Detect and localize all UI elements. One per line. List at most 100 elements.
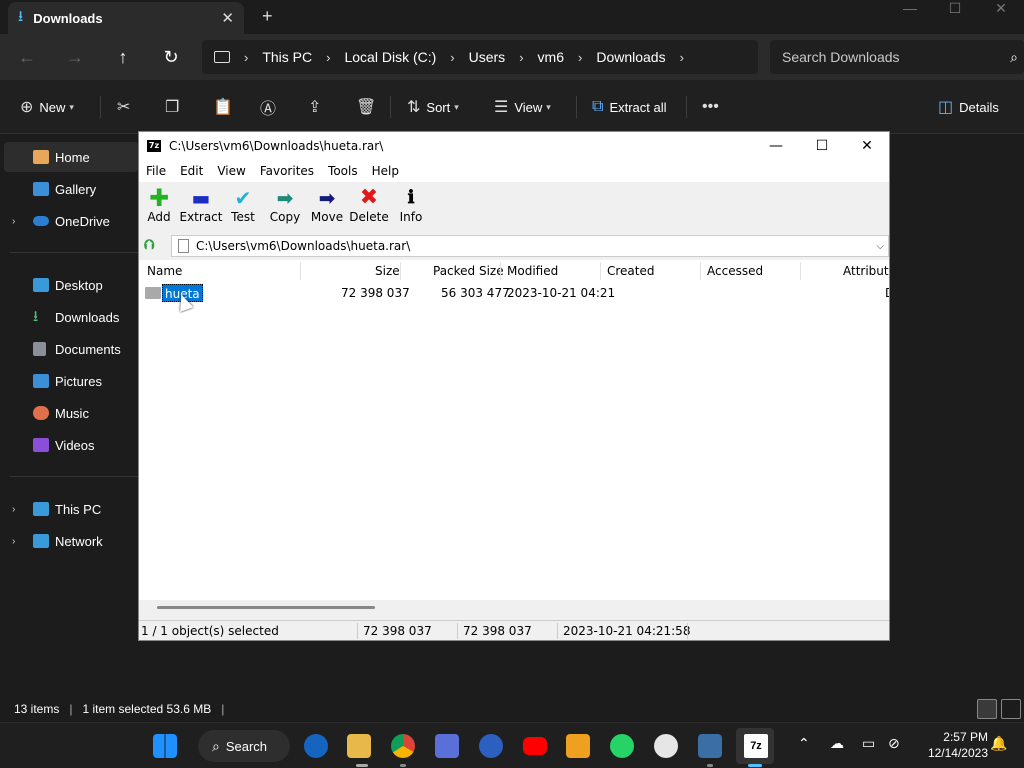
sidebar-item-onedrive[interactable]: › OneDrive: [0, 206, 138, 236]
info-button[interactable]: ℹ Info: [389, 186, 433, 230]
view-button[interactable]: ☰ View ▾: [494, 97, 551, 117]
maximize-button[interactable]: ☐: [799, 132, 845, 160]
start-button[interactable]: [153, 734, 177, 758]
notification-bell-icon[interactable]: 🔔: [990, 735, 1007, 752]
column-divider[interactable]: [600, 262, 601, 280]
delete-button[interactable]: ✖ Delete: [347, 186, 391, 230]
menu-favorites[interactable]: Favorites: [260, 164, 314, 178]
breadcrumb-this-pc[interactable]: This PC: [262, 49, 312, 65]
delete-button[interactable]: 🗑: [356, 97, 382, 117]
taskbar-search[interactable]: ⌕ Search: [198, 730, 290, 762]
column-accessed[interactable]: Accessed: [707, 260, 763, 282]
chevron-right-icon[interactable]: ›: [12, 216, 15, 227]
move-button[interactable]: ➡ Move: [305, 186, 349, 230]
scrollbar-thumb[interactable]: [157, 606, 375, 609]
download-manager-icon[interactable]: [698, 734, 722, 758]
column-attributes[interactable]: Attribute: [843, 260, 889, 282]
sidebar-item-gallery[interactable]: Gallery: [0, 174, 138, 204]
close-button[interactable]: ✕: [844, 132, 890, 160]
table-row[interactable]: hueta 72 398 037 56 303 477 2023-10-21 0…: [139, 284, 889, 312]
edge-beta-icon[interactable]: [304, 734, 328, 758]
up-button[interactable]: ↑: [108, 44, 138, 70]
sort-button[interactable]: ⇅ Sort ▾: [407, 97, 459, 117]
sidebar-item-network[interactable]: › Network: [0, 526, 138, 556]
breadcrumb-users[interactable]: Users: [469, 49, 506, 65]
tiles-view-button[interactable]: [1001, 699, 1021, 719]
tab-downloads[interactable]: ⭳ Downloads ✕: [8, 2, 244, 34]
back-button[interactable]: ←: [12, 44, 42, 70]
forward-button[interactable]: →: [60, 44, 90, 70]
add-button[interactable]: ✚ Add: [137, 186, 181, 230]
sidebar-item-videos[interactable]: Videos: [0, 430, 138, 460]
menu-edit[interactable]: Edit: [180, 164, 203, 178]
close-window-button[interactable]: ✕: [978, 0, 1024, 16]
store-icon[interactable]: [566, 734, 590, 758]
details-button[interactable]: ◫ Details: [938, 97, 999, 117]
share-button[interactable]: ⇪: [308, 97, 327, 117]
file-explorer-icon[interactable]: [347, 734, 371, 758]
extract-button[interactable]: ▬ Extract: [179, 186, 223, 230]
minimize-button[interactable]: —: [753, 132, 799, 160]
chrome-icon[interactable]: [391, 734, 415, 758]
chevron-right-icon[interactable]: ›: [12, 536, 15, 547]
folder-up-icon[interactable]: ⮉: [144, 237, 160, 253]
chevron-down-icon[interactable]: ⌵: [876, 241, 884, 252]
cut-button[interactable]: ✂: [117, 97, 136, 117]
menu-file[interactable]: File: [146, 164, 166, 178]
column-divider[interactable]: [700, 262, 701, 280]
breadcrumb-downloads[interactable]: Downloads: [596, 49, 665, 65]
youtube-icon[interactable]: [523, 737, 547, 755]
column-packed-size[interactable]: Packed Size: [433, 260, 504, 282]
paint-icon[interactable]: [479, 734, 503, 758]
chevron-right-icon[interactable]: ›: [12, 504, 15, 515]
copy-button[interactable]: ➡ Copy: [263, 186, 307, 230]
column-name[interactable]: Name: [147, 260, 182, 282]
sidebar-item-home[interactable]: Home: [4, 142, 138, 172]
rename-button[interactable]: Ⓐ: [260, 97, 282, 118]
info-label: Info: [399, 210, 423, 224]
column-modified[interactable]: Modified: [507, 260, 558, 282]
minimize-button[interactable]: —: [887, 0, 933, 16]
chevron-right-icon[interactable]: ›: [680, 50, 684, 65]
maximize-button[interactable]: ☐: [932, 0, 978, 16]
address-bar[interactable]: › This PC › Local Disk (C:) › Users › vm…: [202, 40, 758, 74]
paste-button[interactable]: 📋: [213, 97, 239, 117]
sidebar-item-music[interactable]: Music: [0, 398, 138, 428]
clock[interactable]: 2:57 PM 12/14/2023: [912, 729, 988, 761]
column-created[interactable]: Created: [607, 260, 655, 282]
chevron-up-icon[interactable]: ⌃: [798, 735, 810, 752]
sidebar-item-pictures[interactable]: Pictures: [0, 366, 138, 396]
column-divider[interactable]: [500, 262, 501, 280]
onedrive-tray-icon[interactable]: ☁: [830, 735, 844, 752]
display-icon[interactable]: ▭: [862, 735, 875, 752]
whatsapp-icon[interactable]: [610, 734, 634, 758]
more-options-button[interactable]: •••: [702, 97, 725, 117]
refresh-button[interactable]: ↻: [156, 44, 186, 70]
menu-help[interactable]: Help: [372, 164, 399, 178]
close-tab-icon[interactable]: ✕: [221, 9, 234, 27]
horizontal-scrollbar[interactable]: [139, 600, 889, 616]
sidebar-item-downloads[interactable]: ⭳ Downloads: [0, 302, 138, 332]
test-button[interactable]: ✔ Test: [221, 186, 265, 230]
sidebar-item-desktop[interactable]: Desktop: [0, 270, 138, 300]
breadcrumb-vm6[interactable]: vm6: [538, 49, 564, 65]
extract-all-button[interactable]: ⧉ Extract all: [592, 97, 667, 117]
sidebar-item-documents[interactable]: Documents: [0, 334, 138, 364]
new-tab-button[interactable]: +: [262, 6, 273, 27]
column-divider[interactable]: [400, 262, 401, 280]
breadcrumb-local-disk[interactable]: Local Disk (C:): [344, 49, 436, 65]
details-view-button[interactable]: [977, 699, 997, 719]
menu-view[interactable]: View: [217, 164, 245, 178]
sidebar-item-this-pc[interactable]: › This PC: [0, 494, 138, 524]
column-divider[interactable]: [800, 262, 801, 280]
column-divider[interactable]: [300, 262, 301, 280]
clock-app-icon[interactable]: [654, 734, 678, 758]
app-icon[interactable]: [435, 734, 459, 758]
new-button[interactable]: ⊕ New ▾: [20, 97, 74, 117]
menu-tools[interactable]: Tools: [328, 164, 358, 178]
copy-button[interactable]: ❐: [165, 97, 185, 117]
column-size[interactable]: Size: [375, 260, 400, 282]
volume-muted-icon[interactable]: ⊘: [888, 735, 900, 752]
search-input[interactable]: Search Downloads ⌕: [770, 40, 1024, 74]
path-combobox[interactable]: C:\Users\vm6\Downloads\hueta.rar\ ⌵: [171, 235, 889, 257]
